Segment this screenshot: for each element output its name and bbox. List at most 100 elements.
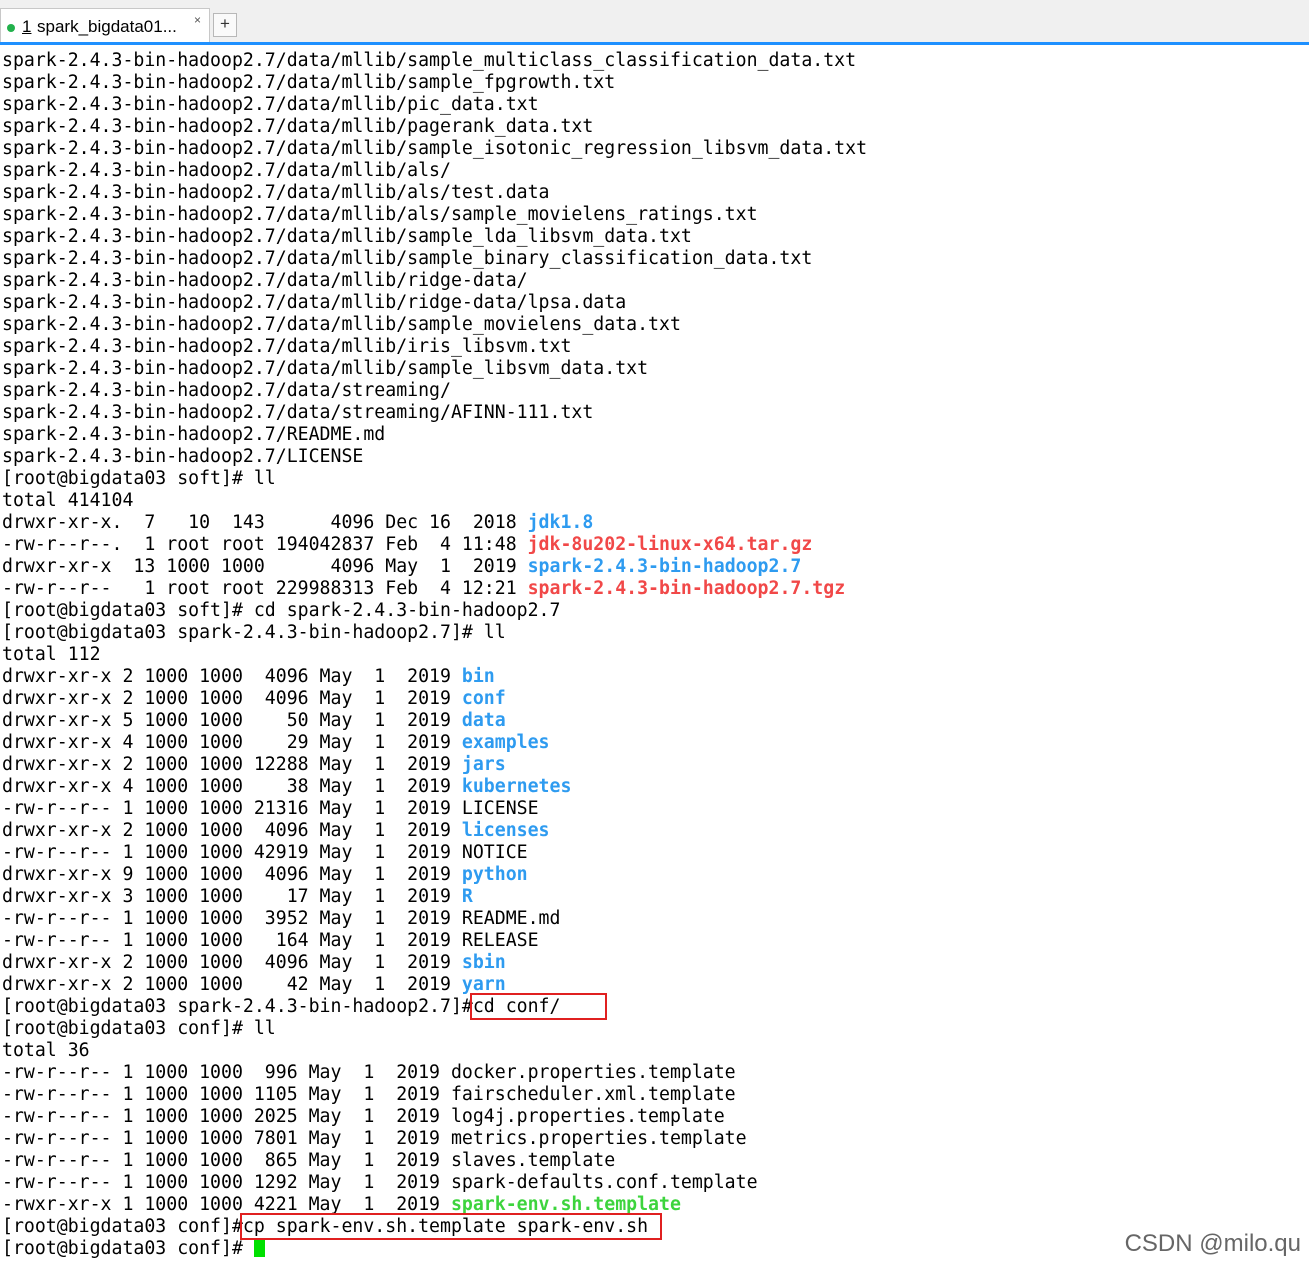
terminal-line: drwxr-xr-x 4 1000 1000 38 May 1 2019 kub…: [2, 776, 1307, 798]
terminal-line: [root@bigdata03 conf]# ll: [2, 1018, 1307, 1040]
close-tab-icon[interactable]: ×: [194, 13, 201, 27]
terminal-line: -rw-r--r-- 1 1000 1000 1105 May 1 2019 f…: [2, 1084, 1307, 1106]
line-text: -rw-r--r-- 1 1000 1000 996 May 1 2019 do…: [2, 1062, 736, 1083]
terminal-line: spark-2.4.3-bin-hadoop2.7/data/mllib/als…: [2, 204, 1307, 226]
colored-filename: examples: [461, 732, 550, 753]
line-text: -rw-r--r-- 1 1000 1000 2025 May 1 2019 l…: [2, 1106, 725, 1127]
terminal-line: -rw-r--r-- 1 1000 1000 42919 May 1 2019 …: [2, 842, 1307, 864]
terminal-line: -rw-r--r-- 1 1000 1000 164 May 1 2019 RE…: [2, 930, 1307, 952]
line-text: spark-2.4.3-bin-hadoop2.7/README.md: [2, 424, 386, 445]
line-text: drwxr-xr-x 2 1000 1000 12288 May 1 2019: [2, 754, 462, 775]
line-text: drwxr-xr-x 2 1000 1000 4096 May 1 2019: [2, 688, 462, 709]
line-text: spark-2.4.3-bin-hadoop2.7/data/mllib/sam…: [2, 358, 649, 379]
line-text: drwxr-xr-x 4 1000 1000 29 May 1 2019: [2, 732, 462, 753]
line-text: spark-2.4.3-bin-hadoop2.7/data/mllib/sam…: [2, 50, 857, 71]
terminal-line: spark-2.4.3-bin-hadoop2.7/data/streaming…: [2, 380, 1307, 402]
terminal-line: spark-2.4.3-bin-hadoop2.7/data/mllib/als…: [2, 182, 1307, 204]
terminal-cursor[interactable]: [253, 1238, 265, 1257]
colored-filename: spark-2.4.3-bin-hadoop2.7.tgz: [527, 578, 846, 599]
terminal-line: spark-2.4.3-bin-hadoop2.7/data/mllib/rid…: [2, 270, 1307, 292]
terminal-line: [root@bigdata03 spark-2.4.3-bin-hadoop2.…: [2, 993, 1307, 1020]
line-text: drwxr-xr-x 4 1000 1000 38 May 1 2019: [2, 776, 462, 797]
line-text: drwxr-xr-x 5 1000 1000 50 May 1 2019: [2, 710, 462, 731]
line-text: [root@bigdata03 soft]# cd spark-2.4.3-bi…: [2, 600, 561, 621]
line-text: spark-2.4.3-bin-hadoop2.7/data/mllib/sam…: [2, 248, 813, 269]
line-text: -rw-r--r-- 1 1000 1000 1292 May 1 2019 s…: [2, 1172, 758, 1193]
line-text: -rw-r--r-- 1 1000 1000 865 May 1 2019 sl…: [2, 1150, 616, 1171]
line-text: drwxr-xr-x 2 1000 1000 4096 May 1 2019: [2, 666, 462, 687]
highlighted-command: cp spark-env.sh.template spark-env.sh: [239, 1213, 663, 1240]
terminal-line: -rw-r--r--. 1 root root 194042837 Feb 4 …: [2, 534, 1307, 556]
active-tab-underline: [0, 42, 1309, 45]
line-text: spark-2.4.3-bin-hadoop2.7/LICENSE: [2, 446, 364, 467]
terminal-line: drwxr-xr-x. 7 10 143 4096 Dec 16 2018 jd…: [2, 512, 1307, 534]
terminal-line: drwxr-xr-x 4 1000 1000 29 May 1 2019 exa…: [2, 732, 1307, 754]
line-text: [root@bigdata03 spark-2.4.3-bin-hadoop2.…: [2, 996, 473, 1017]
line-text: spark-2.4.3-bin-hadoop2.7/data/streaming…: [2, 380, 451, 401]
terminal-line: spark-2.4.3-bin-hadoop2.7/data/mllib/sam…: [2, 248, 1307, 270]
terminal-line: drwxr-xr-x 3 1000 1000 17 May 1 2019 R: [2, 886, 1307, 908]
line-text: [root@bigdata03 soft]# ll: [2, 468, 276, 489]
line-text: spark-2.4.3-bin-hadoop2.7/data/mllib/als…: [2, 204, 758, 225]
line-text: spark-2.4.3-bin-hadoop2.7/data/streaming…: [2, 402, 594, 423]
line-text: drwxr-xr-x 3 1000 1000 17 May 1 2019: [2, 886, 462, 907]
line-text: spark-2.4.3-bin-hadoop2.7/data/mllib/sam…: [2, 226, 692, 247]
terminal-line: total 414104: [2, 490, 1307, 512]
terminal-line: -rw-r--r-- 1 1000 1000 3952 May 1 2019 R…: [2, 908, 1307, 930]
colored-filename: yarn: [461, 974, 506, 995]
terminal-line: drwxr-xr-x 2 1000 1000 42 May 1 2019 yar…: [2, 974, 1307, 996]
terminal-line: spark-2.4.3-bin-hadoop2.7/data/mllib/als…: [2, 160, 1307, 182]
terminal-line: total 36: [2, 1040, 1307, 1062]
terminal-line: -rw-r--r-- 1 1000 1000 7801 May 1 2019 m…: [2, 1128, 1307, 1150]
line-text: spark-2.4.3-bin-hadoop2.7/data/mllib/als…: [2, 182, 550, 203]
terminal-line: total 112: [2, 644, 1307, 666]
line-text: -rw-r--r-- 1 root root 229988313 Feb 4 1…: [2, 578, 528, 599]
line-text: total 112: [2, 644, 101, 665]
line-text: spark-2.4.3-bin-hadoop2.7/data/mllib/als…: [2, 160, 451, 181]
line-text: drwxr-xr-x 2 1000 1000 42 May 1 2019: [2, 974, 462, 995]
line-text: [root@bigdata03 spark-2.4.3-bin-hadoop2.…: [2, 622, 506, 643]
line-text: drwxr-xr-x 2 1000 1000 4096 May 1 2019: [2, 952, 462, 973]
terminal-line: [root@bigdata03 soft]# cd spark-2.4.3-bi…: [2, 600, 1307, 622]
line-text: -rw-r--r--. 1 root root 194042837 Feb 4 …: [2, 534, 528, 555]
terminal-line: -rw-r--r-- 1 1000 1000 21316 May 1 2019 …: [2, 798, 1307, 820]
terminal-output[interactable]: spark-2.4.3-bin-hadoop2.7/data/mllib/sam…: [2, 50, 1307, 1267]
terminal-line: spark-2.4.3-bin-hadoop2.7/data/mllib/sam…: [2, 358, 1307, 380]
colored-filename: conf: [461, 688, 506, 709]
terminal-line: drwxr-xr-x 2 1000 1000 4096 May 1 2019 l…: [2, 820, 1307, 842]
line-text: -rw-r--r-- 1 1000 1000 42919 May 1 2019 …: [2, 842, 528, 863]
terminal-line: -rw-r--r-- 1 1000 1000 1292 May 1 2019 s…: [2, 1172, 1307, 1194]
line-text: -rwxr-xr-x 1 1000 1000 4221 May 1 2019: [2, 1194, 451, 1215]
line-text: spark-2.4.3-bin-hadoop2.7/data/mllib/rid…: [2, 270, 528, 291]
line-text: [root@bigdata03 conf]#: [2, 1216, 243, 1237]
line-text: -rw-r--r-- 1 1000 1000 1105 May 1 2019 f…: [2, 1084, 736, 1105]
line-text: [root@bigdata03 conf]#: [2, 1238, 254, 1259]
colored-filename: jars: [461, 754, 506, 775]
line-text: spark-2.4.3-bin-hadoop2.7/data/mllib/rid…: [2, 292, 627, 313]
session-tab[interactable]: 1 spark_bigdata01... ×: [0, 8, 210, 43]
tab-bar: 1 spark_bigdata01... × +: [0, 0, 1309, 43]
tab-title: spark_bigdata01...: [37, 17, 177, 36]
new-tab-button[interactable]: +: [213, 13, 237, 37]
terminal-line: drwxr-xr-x 2 1000 1000 4096 May 1 2019 c…: [2, 688, 1307, 710]
terminal-line: spark-2.4.3-bin-hadoop2.7/data/mllib/rid…: [2, 292, 1307, 314]
tab-number: 1: [22, 17, 32, 36]
terminal-line: spark-2.4.3-bin-hadoop2.7/data/mllib/iri…: [2, 336, 1307, 358]
terminal-line: drwxr-xr-x 2 1000 1000 12288 May 1 2019 …: [2, 754, 1307, 776]
colored-filename: data: [461, 710, 506, 731]
line-text: spark-2.4.3-bin-hadoop2.7/data/mllib/pic…: [2, 94, 539, 115]
colored-filename: spark-2.4.3-bin-hadoop2.7: [527, 556, 802, 577]
colored-filename: licenses: [461, 820, 550, 841]
colored-filename: bin: [461, 666, 495, 687]
line-text: spark-2.4.3-bin-hadoop2.7/data/mllib/pag…: [2, 116, 594, 137]
terminal-line: [root@bigdata03 spark-2.4.3-bin-hadoop2.…: [2, 622, 1307, 644]
terminal-line: drwxr-xr-x 5 1000 1000 50 May 1 2019 dat…: [2, 710, 1307, 732]
terminal-line: spark-2.4.3-bin-hadoop2.7/LICENSE: [2, 446, 1307, 468]
terminal-line: spark-2.4.3-bin-hadoop2.7/README.md: [2, 424, 1307, 446]
terminal-line: spark-2.4.3-bin-hadoop2.7/data/mllib/sam…: [2, 138, 1307, 160]
highlighted-command: cd conf/: [469, 993, 608, 1020]
line-text: -rw-r--r-- 1 1000 1000 3952 May 1 2019 R…: [2, 908, 561, 929]
terminal-line: -rw-r--r-- 1 root root 229988313 Feb 4 1…: [2, 578, 1307, 600]
terminal-line: drwxr-xr-x 2 1000 1000 4096 May 1 2019 b…: [2, 666, 1307, 688]
terminal-line: [root@bigdata03 soft]# ll: [2, 468, 1307, 490]
